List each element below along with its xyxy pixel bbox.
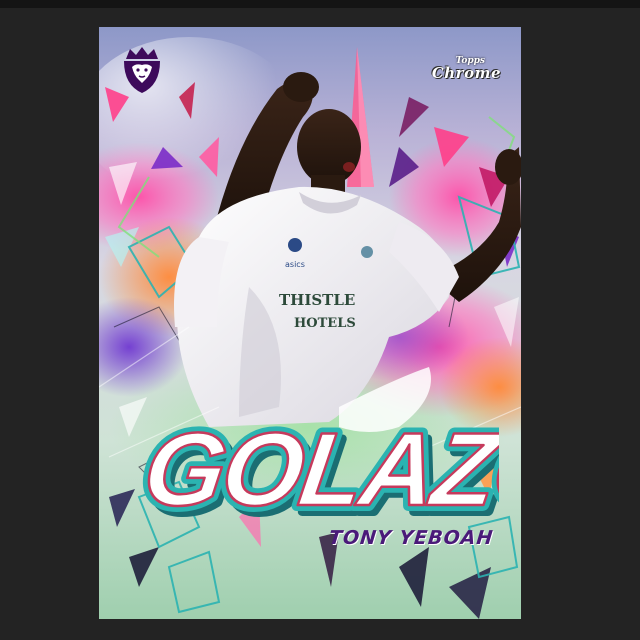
title-main-text: GOLAZO bbox=[139, 413, 499, 528]
svg-text:asics: asics bbox=[285, 260, 305, 269]
svg-text:HOTELS: HOTELS bbox=[294, 316, 356, 331]
topps-chrome-logo: Topps Chrome bbox=[432, 57, 501, 81]
player-name: TONY YEBOAH bbox=[327, 527, 495, 549]
brand-chrome-label: Chrome bbox=[431, 64, 501, 82]
premier-league-lion-icon bbox=[124, 47, 160, 93]
page-top-bar bbox=[0, 0, 640, 8]
golazo-title: GOLAZO GOLAZO GOLAZO bbox=[139, 413, 499, 533]
trading-card[interactable]: THISTLE HOTELS asics Topps Chrome GOLAZO… bbox=[99, 27, 521, 619]
svg-text:THISTLE: THISTLE bbox=[279, 291, 355, 309]
